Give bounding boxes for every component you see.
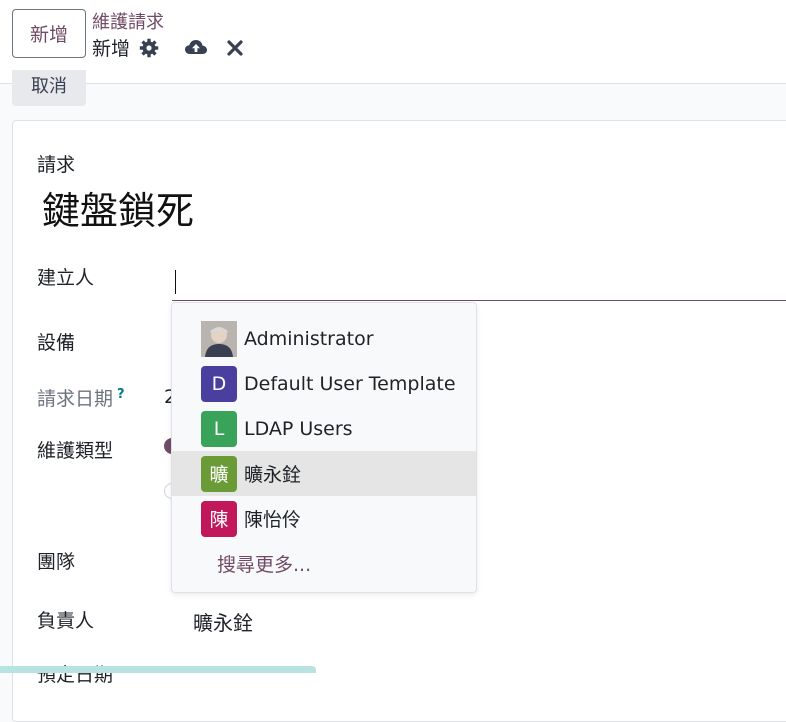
dropdown-item-highlighted[interactable]: 曠 曠永銓 xyxy=(172,451,476,496)
breadcrumb-current: 新增 xyxy=(92,38,131,60)
dropdown-item-label: Administrator xyxy=(244,327,374,350)
dropdown-item[interactable]: D Default User Template xyxy=(172,361,476,406)
new-button[interactable]: 新增 xyxy=(12,9,86,58)
responsible-value[interactable]: 曠永銓 xyxy=(193,607,253,636)
request-label: 請求 xyxy=(37,154,76,176)
created-by-label: 建立人 xyxy=(37,267,95,289)
discard-button[interactable]: 取消 xyxy=(12,70,86,106)
avatar: 陳 xyxy=(201,500,237,537)
request-date-label: 請求日期? xyxy=(37,384,125,411)
dropdown-item-label: Default User Template xyxy=(244,372,456,395)
discard-x-icon[interactable] xyxy=(226,39,244,57)
save-cloud-icon[interactable] xyxy=(184,37,208,57)
equipment-label: 設備 xyxy=(37,332,76,354)
dropdown-item-label: 曠永銓 xyxy=(244,464,302,486)
control-panel: 新增 維護請求 新增 xyxy=(0,0,786,84)
dropdown-item-label: LDAP Users xyxy=(244,417,353,440)
maintenance-type-label: 維護類型 xyxy=(37,440,114,462)
search-more-link[interactable]: 搜尋更多... xyxy=(217,550,311,577)
scheduled-date-label: 預定日期 xyxy=(37,664,114,686)
request-date-label-text: 請求日期 xyxy=(37,388,114,410)
dropdown-item[interactable]: L LDAP Users xyxy=(172,406,476,451)
avatar xyxy=(201,320,237,357)
created-by-input[interactable] xyxy=(172,262,786,301)
user-autocomplete-dropdown: Administrator D Default User Template L … xyxy=(171,302,477,593)
dropdown-item-label: 陳怡伶 xyxy=(244,509,302,531)
dropdown-item[interactable]: 陳 陳怡伶 xyxy=(172,496,476,541)
team-label: 團隊 xyxy=(37,551,76,573)
request-title[interactable]: 鍵盤鎖死 xyxy=(42,180,194,235)
gear-icon[interactable] xyxy=(139,38,159,58)
avatar: D xyxy=(201,365,237,402)
breadcrumb-parent-link[interactable]: 維護請求 xyxy=(92,8,164,34)
dropdown-item[interactable]: Administrator xyxy=(172,316,476,361)
avatar: 曠 xyxy=(201,455,237,492)
avatar: L xyxy=(201,410,237,447)
text-caret xyxy=(175,270,176,294)
help-tooltip-icon[interactable]: ? xyxy=(117,387,125,402)
responsible-label: 負責人 xyxy=(37,610,95,632)
bottom-status-bar xyxy=(0,666,316,673)
